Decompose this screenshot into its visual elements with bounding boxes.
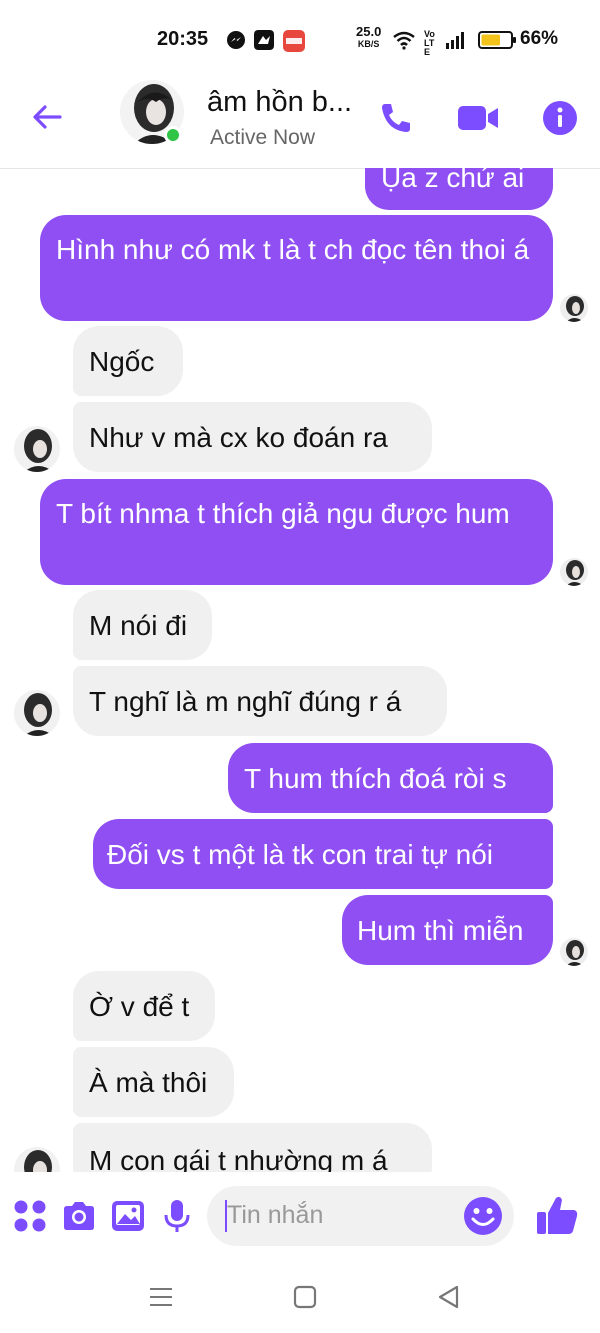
video-call-icon[interactable] — [456, 98, 500, 138]
message-outgoing[interactable]: Ụa z chứ ai — [365, 168, 553, 210]
message-outgoing[interactable]: Đối vs t một là tk con trai tự nói — [93, 819, 553, 889]
message-input-placeholder: Tin nhắn — [227, 1201, 324, 1229]
phone-call-icon[interactable] — [376, 98, 416, 138]
message-outgoing[interactable]: Hum thì miễn — [342, 895, 553, 965]
message-incoming[interactable]: À mà thôi — [73, 1047, 234, 1117]
message-incoming[interactable]: Ờ v để t — [73, 971, 215, 1041]
like-icon[interactable] — [534, 1192, 580, 1238]
more-actions-icon[interactable] — [12, 1198, 48, 1234]
back-nav-icon[interactable] — [436, 1284, 462, 1310]
message-outgoing[interactable]: T hum thích đoá ròi s — [228, 743, 553, 813]
read-receipt-avatar — [560, 294, 588, 322]
clock: 20:35 — [157, 28, 209, 50]
message-text: Ờ v để t — [89, 991, 190, 1022]
app-notification-icon — [254, 30, 274, 50]
read-receipt-avatar — [560, 558, 588, 586]
info-icon[interactable] — [540, 98, 580, 138]
mangatoon-notification-icon — [283, 30, 305, 52]
gallery-icon[interactable] — [110, 1198, 146, 1234]
battery-icon — [478, 31, 516, 49]
message-incoming[interactable]: M nói đi — [73, 590, 212, 660]
signal-icon — [446, 32, 464, 49]
network-speed-unit: KB/S — [357, 39, 380, 49]
home-icon[interactable] — [292, 1284, 318, 1310]
network-speed: 25.0 KB/S — [356, 24, 382, 49]
message-text: Ụa z chứ ai — [381, 168, 525, 193]
message-text: T bít nhma t thích giả ngu được hum — [56, 498, 510, 529]
read-receipt-avatar — [560, 938, 588, 966]
sender-avatar[interactable] — [14, 1147, 60, 1172]
message-outgoing[interactable]: Hình như có mk t là t ch đọc tên thoi á — [40, 215, 553, 321]
recent-apps-icon[interactable] — [148, 1284, 174, 1310]
message-text: À mà thôi — [89, 1067, 208, 1098]
battery-percent: 66% — [520, 28, 559, 49]
message-text: Như v mà cx ko đoán ra — [89, 422, 388, 453]
message-text: Ngốc — [89, 346, 155, 377]
emoji-icon[interactable] — [463, 1196, 503, 1236]
message-outgoing[interactable]: T bít nhma t thích giả ngu được hum — [40, 479, 553, 585]
message-text: T nghĩ là m nghĩ đúng r á — [89, 686, 402, 717]
messenger-notification-icon — [227, 31, 245, 49]
contact-name[interactable]: âm hồn b... — [207, 86, 352, 119]
message-text: M nói đi — [89, 610, 188, 641]
chat-header: âm hồn b... Active Now — [0, 80, 600, 169]
status-bar: 20:35 25.0 KB/S Vo LTE 66% — [0, 0, 600, 80]
network-speed-value: 25.0 — [356, 24, 382, 39]
message-composer: Tin nhắn — [0, 1172, 600, 1260]
message-text: T hum thích đoá ròi s — [244, 763, 507, 794]
message-incoming[interactable]: Như v mà cx ko đoán ra — [73, 402, 432, 472]
message-incoming[interactable]: M con gái t nhường m á — [73, 1123, 432, 1172]
wifi-icon — [393, 31, 415, 50]
online-indicator — [164, 126, 182, 144]
active-status: Active Now — [210, 126, 316, 149]
system-navigation-bar — [0, 1260, 600, 1333]
sender-avatar[interactable] — [14, 426, 60, 472]
message-text: M con gái t nhường m á — [89, 1145, 388, 1172]
volte-indicator: Vo LTE — [424, 29, 435, 57]
microphone-icon[interactable] — [159, 1198, 195, 1234]
message-text: Hum thì miễn — [357, 915, 524, 946]
camera-icon[interactable] — [61, 1198, 97, 1234]
message-incoming[interactable]: Ngốc — [73, 326, 183, 396]
message-incoming[interactable]: T nghĩ là m nghĩ đúng r á — [73, 666, 447, 736]
message-text: Đối vs t một là tk con trai tự nói — [107, 839, 493, 870]
back-arrow-icon[interactable] — [30, 100, 64, 134]
message-text: Hình như có mk t là t ch đọc tên thoi á — [56, 234, 530, 265]
message-thread[interactable]: Ụa z chứ ai Hình như có mk t là t ch đọc… — [0, 168, 600, 1172]
message-input[interactable]: Tin nhắn — [207, 1186, 514, 1246]
sender-avatar[interactable] — [14, 690, 60, 736]
